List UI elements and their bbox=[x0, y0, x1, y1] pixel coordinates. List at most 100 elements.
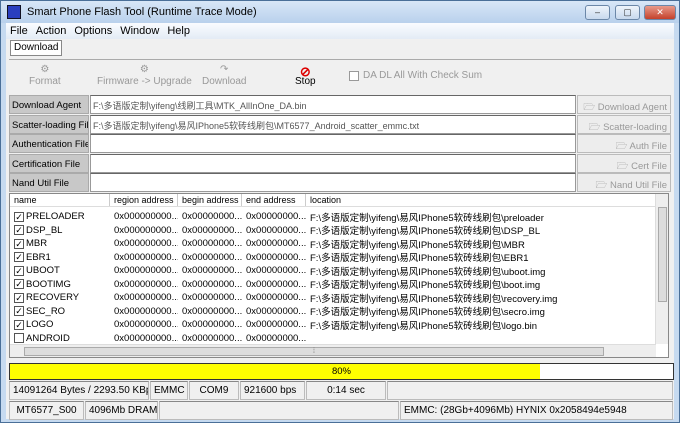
download-label: Download bbox=[202, 76, 247, 87]
vertical-scrollbar[interactable] bbox=[655, 194, 668, 344]
cert-file-input[interactable] bbox=[90, 153, 576, 173]
file-row-scatter: Scatter-loading File F:\多语版定制\yifeng\易风I… bbox=[9, 114, 671, 134]
scroll-thumb[interactable]: ⁞ bbox=[24, 347, 604, 356]
end-address: 0x00000000... bbox=[246, 265, 306, 277]
checksum-checkbox[interactable]: DA DL All With Check Sum bbox=[349, 70, 482, 81]
column-end-address[interactable]: end address bbox=[242, 194, 306, 206]
partition-name: PRELOADER bbox=[26, 211, 85, 223]
name-cell: ✓ MBR bbox=[10, 238, 110, 249]
end-address: 0x00000000... bbox=[246, 251, 306, 263]
download-agent-input[interactable]: F:\多语版定制\yifeng\线刷工具\MTK_AllInOne_DA.bin bbox=[90, 95, 576, 114]
auth-file-button[interactable]: 🗁 Auth File bbox=[577, 134, 671, 153]
status-storage: EMMC bbox=[150, 381, 188, 400]
row-checkbox[interactable]: ✓ bbox=[14, 279, 24, 290]
row-checkbox[interactable]: ✓ bbox=[14, 238, 24, 249]
table-row[interactable]: ANDROID 0x000000000... 0x00000000... 0x0… bbox=[10, 332, 656, 346]
download-icon: ↷ bbox=[220, 64, 229, 75]
firmware-upgrade-button[interactable]: ⚙ Firmware -> Upgrade bbox=[97, 64, 192, 87]
name-cell: ✓ EBR1 bbox=[10, 252, 110, 263]
format-button[interactable]: ⚙ Format bbox=[29, 64, 61, 87]
status-bar-2: MT6577_S00 4096Mb DRAM EMMC: (28Gb+4096M… bbox=[9, 401, 674, 420]
auth-file-input[interactable] bbox=[90, 134, 576, 153]
partition-name: EBR1 bbox=[26, 251, 51, 263]
column-begin-address[interactable]: begin address bbox=[178, 194, 242, 206]
row-checkbox[interactable]: ✓ bbox=[14, 225, 24, 236]
horizontal-scrollbar[interactable]: ⁞ bbox=[10, 344, 656, 357]
begin-address: 0x00000000... bbox=[182, 211, 242, 223]
row-checkbox[interactable]: ✓ bbox=[14, 252, 24, 263]
table-row[interactable]: ✓ RECOVERY 0x000000000... 0x00000000... 0… bbox=[10, 291, 656, 305]
status-bar-1: 14091264 Bytes / 2293.50 KBps EMMC COM9 … bbox=[9, 381, 674, 400]
cert-file-button[interactable]: 🗁 Cert File bbox=[577, 153, 671, 173]
button-label: Nand Util File bbox=[609, 180, 667, 191]
table-row[interactable]: ✓ UBOOT 0x000000000... 0x00000000... 0x00… bbox=[10, 264, 656, 278]
status-time: 0:14 sec bbox=[306, 381, 386, 400]
scatter-input[interactable]: F:\多语版定制\yifeng\易风IPhone5软砖线刷包\MT6577_An… bbox=[90, 114, 576, 134]
button-label: Scatter-loading bbox=[603, 121, 667, 133]
download-agent-button[interactable]: 🗁 Download Agent bbox=[577, 95, 671, 114]
end-address: 0x00000000... bbox=[246, 332, 306, 344]
region-address: 0x000000000... bbox=[114, 292, 178, 304]
begin-address: 0x00000000... bbox=[182, 305, 242, 317]
row-checkbox[interactable]: ✓ bbox=[14, 265, 24, 276]
maximize-button[interactable]: ▢ bbox=[615, 5, 640, 20]
partition-name: LOGO bbox=[26, 319, 54, 331]
location: F:\多语版定制\yifeng\易风IPhone5软砖线刷包\DSP_BL bbox=[310, 226, 541, 238]
partition-name: ANDROID bbox=[26, 332, 70, 344]
table-row[interactable]: ✓ SEC_RO 0x000000000... 0x00000000... 0x0… bbox=[10, 305, 656, 318]
download-button[interactable]: ↷ Download bbox=[202, 64, 246, 87]
column-region-address[interactable]: region address bbox=[110, 194, 178, 206]
status-chip: MT6577_S00 bbox=[9, 401, 84, 420]
name-cell: ✓ PRELOADER bbox=[10, 211, 110, 222]
region-address: 0x000000000... bbox=[114, 265, 178, 277]
name-cell: ✓ SEC_RO bbox=[10, 306, 110, 317]
column-name[interactable]: name bbox=[10, 194, 110, 206]
name-cell: ANDROID bbox=[10, 333, 110, 344]
begin-address: 0x00000000... bbox=[182, 278, 242, 290]
nand-util-button[interactable]: 🗁 Nand Util File bbox=[577, 173, 671, 192]
row-checkbox[interactable] bbox=[14, 333, 24, 344]
table-row[interactable]: ✓ DSP_BL 0x000000000... 0x00000000... 0x0… bbox=[10, 224, 656, 238]
table-row[interactable]: ✓ EBR1 0x000000000... 0x00000000... 0x000… bbox=[10, 251, 656, 265]
name-cell: ✓ DSP_BL bbox=[10, 225, 110, 236]
region-address: 0x000000000... bbox=[114, 251, 178, 263]
menu-action[interactable]: Action bbox=[32, 23, 71, 39]
file-label: Nand Util File bbox=[9, 173, 89, 192]
row-checkbox[interactable]: ✓ bbox=[14, 292, 24, 303]
row-checkbox[interactable]: ✓ bbox=[14, 306, 24, 317]
status-baud: 921600 bps bbox=[240, 381, 305, 400]
button-label: Download Agent bbox=[597, 102, 667, 113]
close-button[interactable]: ✕ bbox=[644, 5, 676, 20]
table-row[interactable]: ✓ BOOTIMG 0x000000000... 0x00000000... 0x… bbox=[10, 278, 656, 292]
menu-window[interactable]: Window bbox=[116, 23, 163, 39]
name-cell: ✓ LOGO bbox=[10, 319, 110, 330]
menu-file[interactable]: File bbox=[6, 23, 32, 39]
minimize-button[interactable]: – bbox=[585, 5, 610, 20]
stop-button[interactable]: ⊘ Stop bbox=[295, 64, 316, 87]
partition-name: SEC_RO bbox=[26, 305, 66, 317]
row-checkbox[interactable]: ✓ bbox=[14, 211, 24, 222]
stop-icon: ⊘ bbox=[299, 64, 311, 79]
row-checkbox[interactable]: ✓ bbox=[14, 319, 24, 330]
status-port: COM9 bbox=[189, 381, 239, 400]
button-label: Cert File bbox=[631, 160, 667, 172]
table-row[interactable]: ✓ LOGO 0x000000000... 0x00000000... 0x000… bbox=[10, 318, 656, 332]
progress-bar: 80% bbox=[9, 363, 674, 380]
location: F:\多语版定制\yifeng\易风IPhone5软砖线刷包\MBR bbox=[310, 239, 525, 251]
column-location[interactable]: location bbox=[306, 194, 656, 206]
scatter-loading-button[interactable]: 🗁 Scatter-loading bbox=[577, 114, 671, 134]
nand-util-input[interactable] bbox=[90, 173, 576, 192]
list-header: name region address begin address end ad… bbox=[10, 194, 656, 207]
table-row[interactable]: ✓ MBR 0x000000000... 0x00000000... 0x0000… bbox=[10, 237, 656, 251]
location: F:\多语版定制\yifeng\易风IPhone5软砖线刷包\EBR1 bbox=[310, 253, 529, 265]
region-address: 0x000000000... bbox=[114, 319, 178, 331]
begin-address: 0x00000000... bbox=[182, 332, 242, 344]
tab-download[interactable]: Download bbox=[10, 40, 63, 56]
end-address: 0x00000000... bbox=[246, 305, 306, 317]
menu-options[interactable]: Options bbox=[70, 23, 116, 39]
scroll-thumb[interactable] bbox=[658, 207, 667, 302]
menu-help[interactable]: Help bbox=[163, 23, 194, 39]
location: F:\多语版定制\yifeng\易风IPhone5软砖线刷包\boot.img bbox=[310, 280, 541, 292]
table-row[interactable]: ✓ PRELOADER 0x000000000... 0x00000000... … bbox=[10, 210, 656, 224]
partition-name: BOOTIMG bbox=[26, 278, 71, 290]
